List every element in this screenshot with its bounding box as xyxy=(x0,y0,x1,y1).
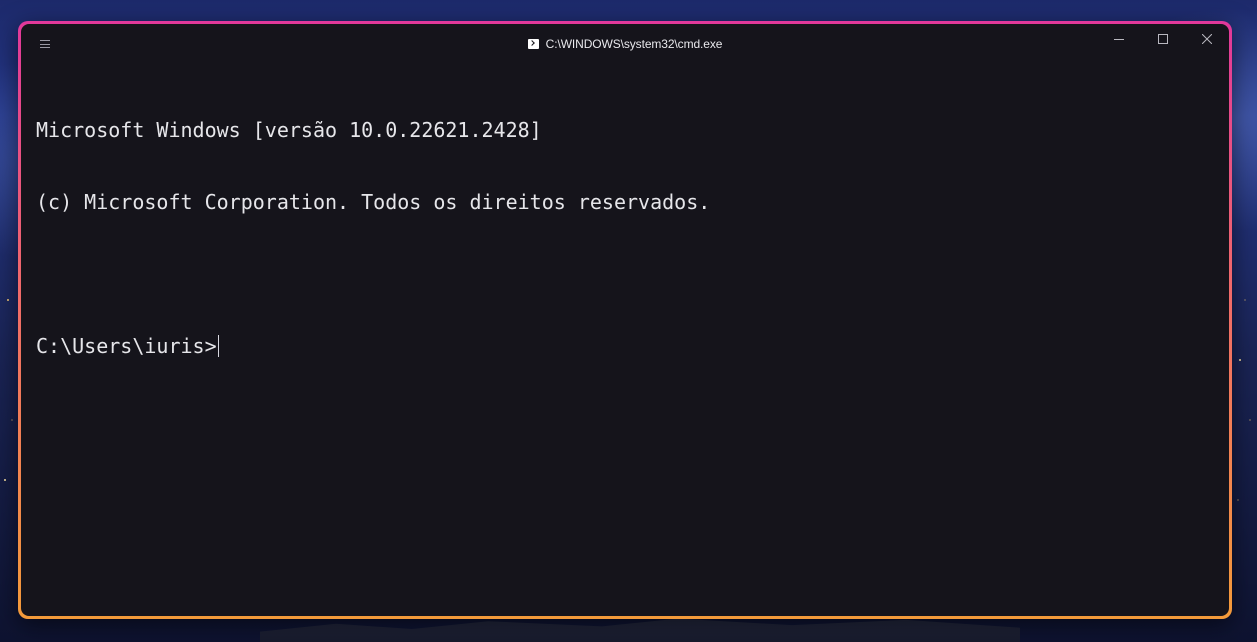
command-prompt-icon xyxy=(527,39,539,49)
terminal-line: Microsoft Windows [versão 10.0.22621.242… xyxy=(36,118,542,142)
hamburger-icon-line xyxy=(40,43,50,45)
close-button[interactable] xyxy=(1185,24,1229,54)
window-title: C:\WINDOWS\system32\cmd.exe xyxy=(545,37,723,51)
caption-buttons xyxy=(1097,24,1229,54)
cmd-window: C:\WINDOWS\system32\cmd.exe Microsoft Wi… xyxy=(21,24,1229,616)
maximize-button[interactable] xyxy=(1141,24,1185,54)
close-icon xyxy=(1202,34,1212,44)
title-center: C:\WINDOWS\system32\cmd.exe xyxy=(21,24,1229,64)
prompt-text: C:\Users\iuris> xyxy=(36,334,217,358)
hamburger-icon xyxy=(40,40,50,41)
hamburger-icon-line xyxy=(40,47,50,48)
prompt-line[interactable]: C:\Users\iuris> xyxy=(36,334,1219,358)
window-menu-button[interactable] xyxy=(37,36,53,52)
title-bar[interactable]: C:\WINDOWS\system32\cmd.exe xyxy=(21,24,1229,64)
text-cursor xyxy=(217,335,219,357)
desktop-wallpaper-silhouette xyxy=(260,618,1020,642)
minimize-icon xyxy=(1114,39,1124,40)
terminal-output[interactable]: Microsoft Windows [versão 10.0.22621.242… xyxy=(36,70,1219,606)
terminal-line: (c) Microsoft Corporation. Todos os dire… xyxy=(36,190,711,214)
cmd-window-frame: C:\WINDOWS\system32\cmd.exe Microsoft Wi… xyxy=(18,21,1232,619)
maximize-icon xyxy=(1158,34,1168,44)
minimize-button[interactable] xyxy=(1097,24,1141,54)
